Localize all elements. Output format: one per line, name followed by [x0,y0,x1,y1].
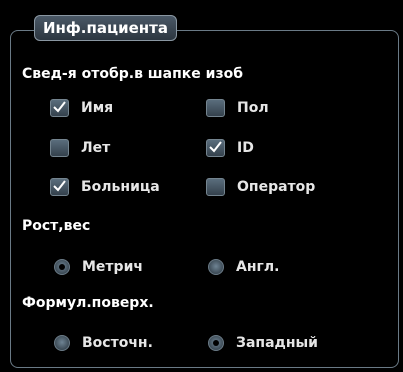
radio-english-button[interactable] [208,259,224,275]
checkbox-operator[interactable]: Оператор [206,176,315,198]
radio-english-label: Англ. [236,259,280,275]
radio-western[interactable]: Западный [208,332,318,354]
radio-western-label: Западный [236,335,318,351]
radio-western-button[interactable] [208,335,224,351]
checkbox-hospital[interactable]: Больница [50,176,160,198]
checkbox-age-box[interactable] [50,139,69,157]
checkbox-operator-box[interactable] [206,178,225,196]
checkbox-name-box[interactable] [50,99,69,117]
checkbox-sex-label: Пол [237,100,269,116]
section-title-height-weight: Рост,вес [22,218,91,234]
checkbox-id[interactable]: ID [206,137,254,159]
radio-eastern[interactable]: Восточн. [54,332,153,354]
checkbox-operator-label: Оператор [237,179,316,195]
radio-selected-dot [213,340,219,346]
checkmark-icon [209,141,222,153]
checkmark-icon [53,180,66,192]
radio-eastern-button[interactable] [54,335,70,351]
section-title-surface-formula: Формул.поверх. [22,295,154,311]
radio-metric-label: Метрич [82,259,143,275]
tab-patient-info[interactable]: Инф.пациента [34,15,177,41]
radio-english[interactable]: Англ. [208,256,279,278]
section-title-header-display: Свед-я отобр.в шапке изоб [22,66,244,82]
radio-metric[interactable]: Метрич [54,256,143,278]
checkbox-name[interactable]: Имя [50,97,113,119]
checkbox-sex-box[interactable] [206,99,225,117]
checkbox-id-box[interactable] [206,139,225,157]
checkbox-age-label: Лет [81,140,111,156]
checkbox-name-label: Имя [81,100,114,116]
radio-metric-button[interactable] [54,259,70,275]
checkbox-age[interactable]: Лет [50,137,110,159]
checkbox-sex[interactable]: Пол [206,97,269,119]
checkbox-hospital-box[interactable] [50,178,69,196]
checkbox-hospital-label: Больница [81,179,160,195]
radio-eastern-label: Восточн. [82,335,153,351]
checkmark-icon [53,101,66,113]
radio-selected-dot [59,264,65,270]
checkbox-id-label: ID [237,140,254,156]
